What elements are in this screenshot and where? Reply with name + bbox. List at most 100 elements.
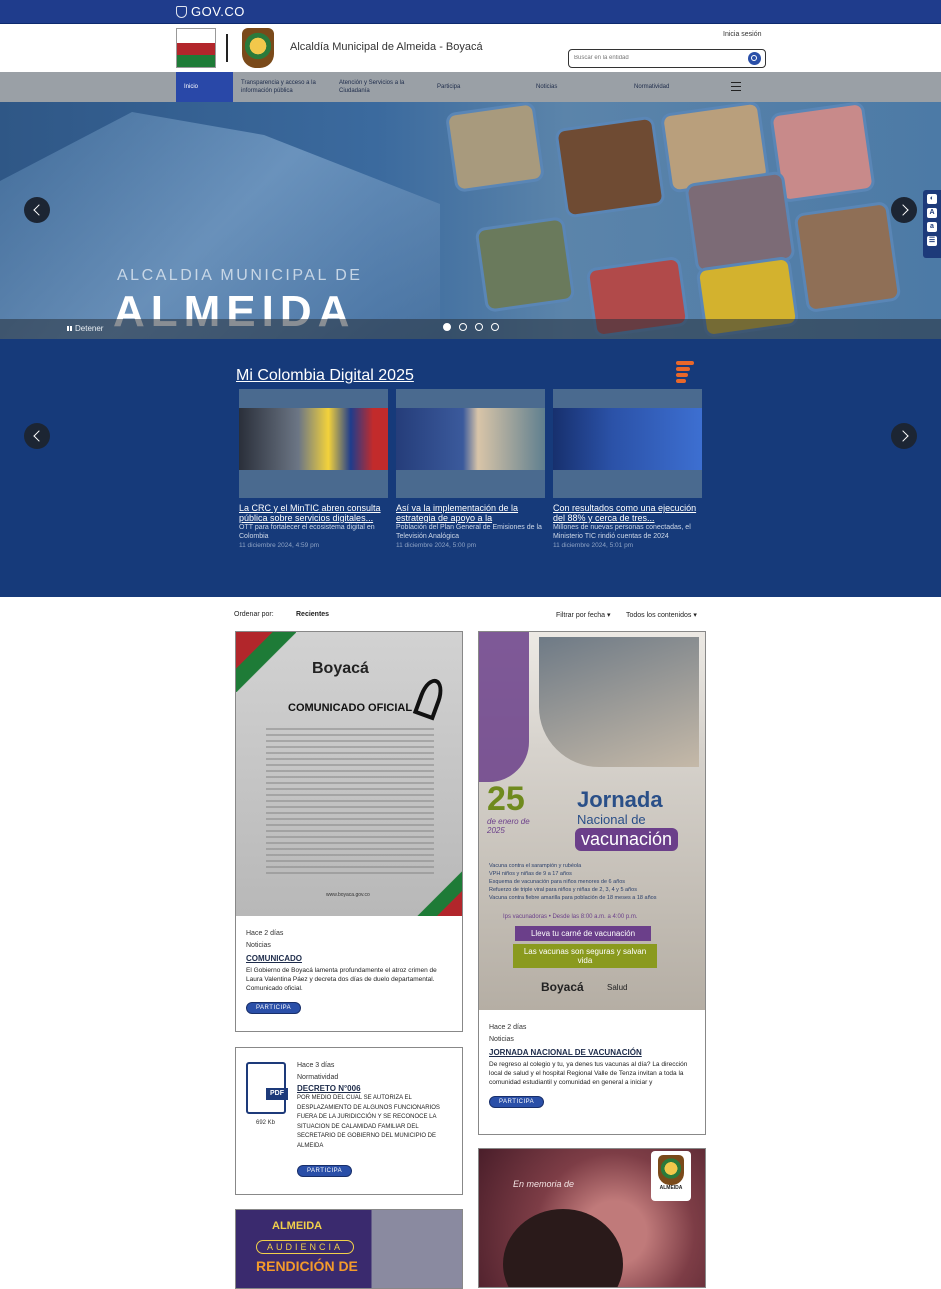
nav-inicio[interactable]: Inicio [176, 72, 233, 102]
post-title[interactable]: COMUNICADO [246, 952, 452, 966]
poster-day: 25 [487, 780, 525, 818]
almeida-flag-icon [176, 28, 216, 68]
menu-icon[interactable] [731, 82, 741, 91]
poster-body-text [266, 728, 434, 878]
carousel-dot[interactable] [443, 323, 451, 331]
poster-brand-sub: Salud [607, 983, 628, 992]
poster-purple-shape [479, 632, 529, 782]
hero-photo [554, 115, 666, 219]
hero-prev-button[interactable] [24, 197, 50, 223]
digital-prev-button[interactable] [24, 423, 50, 449]
carousel-stop-button[interactable]: Detener [67, 324, 103, 333]
carousel-dot[interactable] [475, 323, 483, 331]
post-age: Hace 2 días [489, 1024, 527, 1031]
main-nav: Inicio Transparencia y acceso a la infor… [0, 72, 941, 102]
post-image: En memoria de ALMEIDA [479, 1149, 705, 1287]
news-card-headline[interactable]: Con resultados como una ejecución del 88… [553, 503, 702, 523]
poster-title-line3: vacunación [575, 828, 679, 851]
hero-photo [474, 216, 576, 313]
portrait-photo [503, 1209, 623, 1287]
news-card-image [396, 389, 545, 498]
almeida-crest-badge: ALMEIDA [651, 1151, 691, 1201]
digital-next-button[interactable] [891, 423, 917, 449]
feed-post[interactable]: En memoria de ALMEIDA [478, 1148, 706, 1288]
carousel-dots [443, 323, 499, 331]
participa-button[interactable]: PARTICIPA [246, 1002, 302, 1014]
post-category: Normatividad [297, 1074, 339, 1081]
feed-post[interactable]: PDF 692 Kb Hace 3 días Normatividad DECR… [235, 1047, 463, 1195]
hero-carousel: ALCALDIA MUNICIPAL DE ALMEIDA Detener [0, 102, 941, 339]
news-card-date: 11 diciembre 2024, 4:59 pm [239, 542, 320, 549]
post-body: De regreso al colegio y tu, ya denes tus… [489, 1061, 688, 1086]
login-link[interactable]: Inicia sesión [723, 31, 762, 38]
news-card-date: 11 diciembre 2024, 5:01 pm [553, 542, 634, 549]
post-image: ALMEIDA AUDIENCIA RENDICIÓN DE [236, 1210, 462, 1288]
news-card[interactable]: La CRC y el MinTIC abren consulta públic… [239, 389, 388, 549]
mi-colombia-digital-section: Mi Colombia Digital 2025 La CRC y el Min… [0, 339, 941, 597]
mourning-ribbon-icon [412, 675, 448, 721]
pdf-tag: PDF [266, 1088, 288, 1100]
site-header: Alcaldía Municipal de Almeida - Boyacá I… [0, 24, 941, 72]
pdf-file-icon[interactable]: PDF [246, 1062, 288, 1114]
nav-atencion[interactable]: Atención y Servicios a la Ciudadanía [339, 72, 424, 102]
poster-bullet: VPH niños y niñas de 9 a 17 años [489, 871, 572, 877]
feed-post[interactable]: Boyacá COMUNICADO OFICIAL www.boyaca.gov… [235, 631, 463, 1032]
site-title[interactable]: Alcaldía Municipal de Almeida - Boyacá [290, 41, 483, 53]
hero-photo [793, 200, 902, 314]
poster-bullet: Vacuna contra el sarampión y rubéola [489, 863, 582, 869]
news-card-headline[interactable]: La CRC y el MinTIC abren consulta públic… [239, 503, 388, 523]
contrast-icon[interactable]: ◐ [927, 194, 937, 204]
news-card-image [239, 389, 388, 498]
news-card-description: Millones de nuevas personas conectadas, … [553, 524, 691, 540]
participa-button[interactable]: PARTICIPA [297, 1165, 353, 1177]
poster-text: RENDICIÓN DE [256, 1258, 358, 1274]
hero-subtitle: ALCALDIA MUNICIPAL DE [117, 267, 363, 284]
carousel-dot[interactable] [459, 323, 467, 331]
poster-bullet: Refuerzo de triple viral para niños y ni… [489, 887, 637, 893]
poster-bullet: Vacuna contra fiebre amarilla para pobla… [489, 895, 657, 901]
govco-label: GOV.CO [191, 4, 245, 19]
poster-card-label: Lleva tu carné de vacunación [515, 926, 651, 941]
nav-transparencia[interactable]: Transparencia y acceso a la información … [241, 72, 326, 102]
poster-bullets: Vacuna contra el sarampión y rubéola VPH… [489, 862, 701, 902]
sign-language-icon[interactable]: ☰ [927, 236, 937, 246]
nav-noticias[interactable]: Noticias [536, 72, 581, 102]
nav-participa[interactable]: Participa [437, 72, 482, 102]
date-filter-select[interactable]: Filtrar por fecha ▾ [556, 611, 611, 619]
post-category: Noticias [246, 942, 271, 949]
poster-slogan: Las vacunas son seguras y salvan vida [513, 944, 657, 968]
content-filter-select[interactable]: Todos los contenidos ▾ [626, 611, 697, 619]
section-title[interactable]: Mi Colombia Digital 2025 [236, 367, 414, 385]
search-input[interactable] [574, 52, 739, 64]
poster-flag-corner [236, 632, 296, 692]
carousel-dot[interactable] [491, 323, 499, 331]
post-age: Hace 2 días [246, 930, 284, 937]
post-title[interactable]: JORNADA NACIONAL DE VACUNACIÓN [489, 1046, 695, 1060]
font-increase-icon[interactable]: A [927, 208, 937, 218]
govco-logo[interactable]: GOV.CO [176, 4, 245, 19]
nav-normatividad[interactable]: Normatividad [634, 72, 694, 102]
post-image: 25 de enero de 2025 Jornada Nacional de … [479, 632, 705, 1010]
almeida-crest-icon[interactable] [242, 28, 274, 68]
hero-next-button[interactable] [891, 197, 917, 223]
news-card[interactable]: Así va la implementación de la estrategi… [396, 389, 545, 549]
sort-select[interactable]: Recientes [296, 611, 329, 618]
poster-brand: Boyacá [541, 980, 584, 994]
news-card-headline[interactable]: Así va la implementación de la estrategi… [396, 503, 545, 523]
sort-label: Ordenar por: [234, 611, 274, 618]
feed-post[interactable]: 25 de enero de 2025 Jornada Nacional de … [478, 631, 706, 1135]
mi-colombia-digital-icon [676, 361, 694, 385]
participa-button[interactable]: PARTICIPA [489, 1096, 545, 1108]
poster-tag: AUDIENCIA [256, 1240, 355, 1254]
feed-post[interactable]: ALMEIDA AUDIENCIA RENDICIÓN DE [235, 1209, 463, 1289]
poster-text: En memoria de [513, 1179, 575, 1189]
font-decrease-icon[interactable]: a [927, 222, 937, 232]
search-button[interactable] [748, 52, 761, 65]
poster-brand: Boyacá [312, 660, 369, 677]
post-title[interactable]: DECRETO N°006 [297, 1084, 457, 1094]
post-age: Hace 3 días [297, 1062, 335, 1069]
news-card[interactable]: Con resultados como una ejecución del 88… [553, 389, 702, 549]
search-box [568, 49, 766, 68]
post-body: El Gobierno de Boyacá lamenta profundame… [246, 967, 437, 992]
content-filter-label: Todos los contenidos [626, 612, 692, 619]
